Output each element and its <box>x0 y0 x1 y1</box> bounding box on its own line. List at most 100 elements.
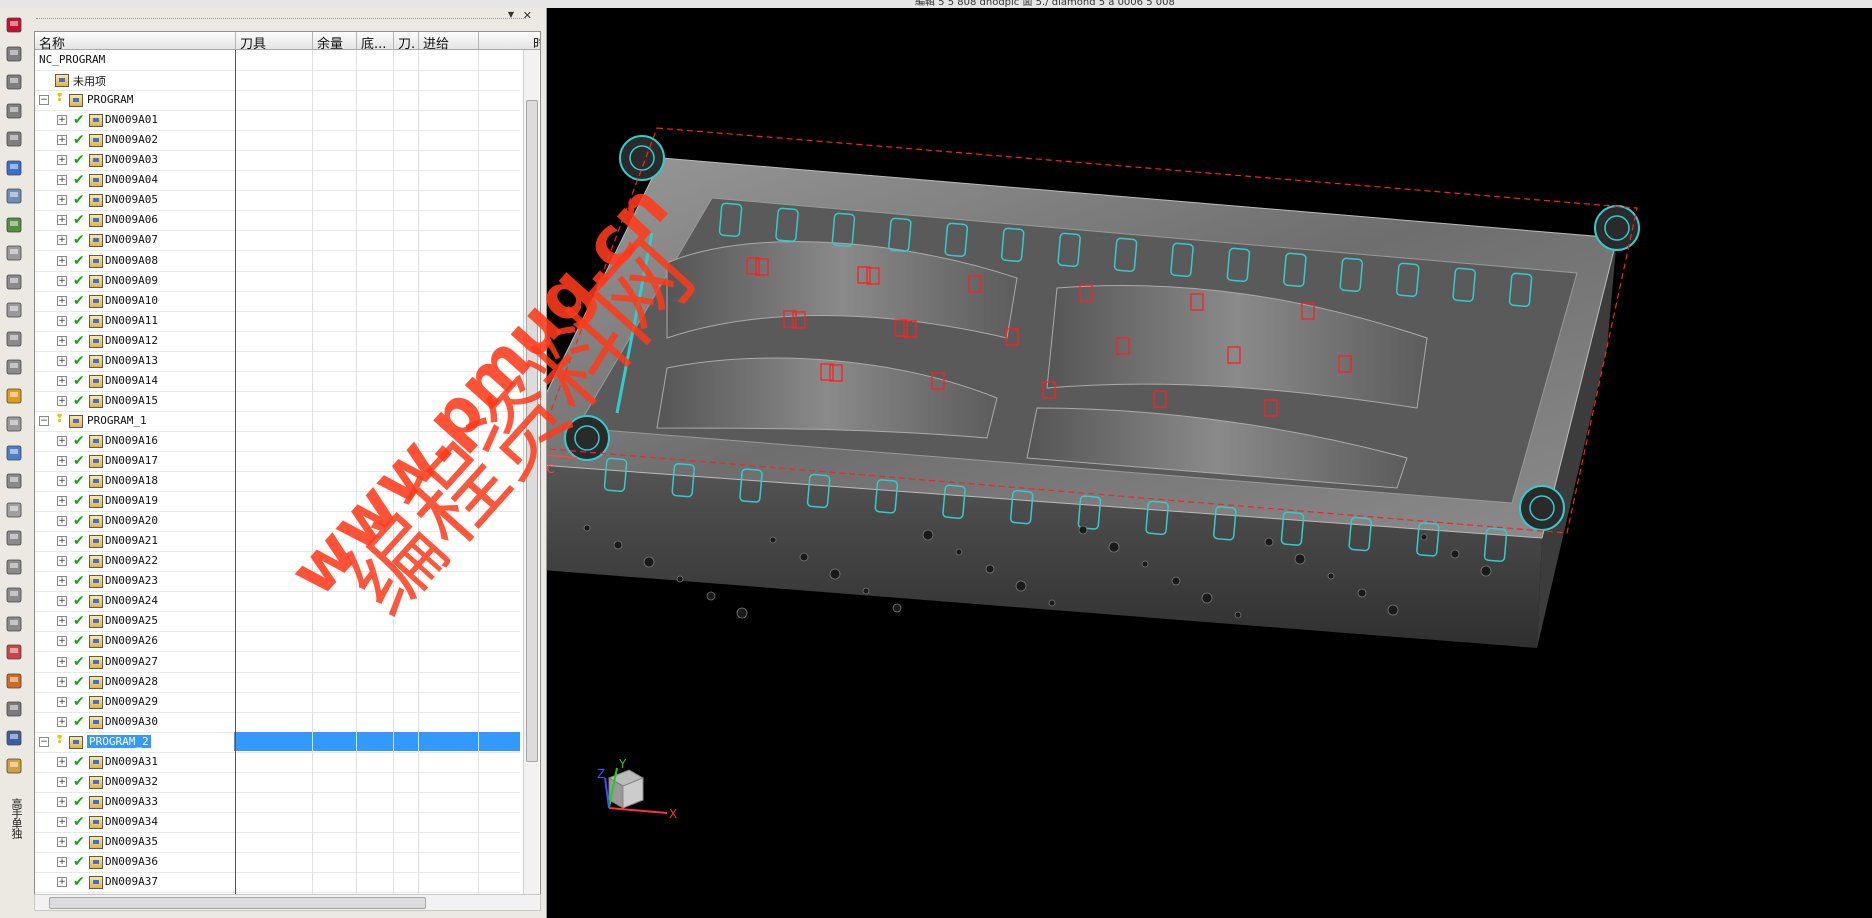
column-divider[interactable] <box>478 32 479 49</box>
expand-toggle-icon[interactable]: + <box>57 836 67 847</box>
expand-toggle-icon[interactable]: + <box>57 716 67 727</box>
expand-toggle-icon[interactable]: + <box>57 616 67 627</box>
expand-toggle-icon[interactable]: + <box>57 636 67 647</box>
create-tool-icon[interactable] <box>3 43 25 65</box>
operation-row[interactable]: + ✔ DN009A16 <box>35 431 520 452</box>
collapse-toggle-icon[interactable]: − <box>39 415 49 426</box>
operation-row[interactable]: + ✔ DN009A14 <box>35 371 520 392</box>
operation-row[interactable]: + ✔ DN009A09 <box>35 271 520 292</box>
create-program-icon[interactable] <box>3 14 25 36</box>
replay-toolpath-icon[interactable] <box>3 299 25 321</box>
expand-toggle-icon[interactable]: + <box>57 656 67 667</box>
operation-row[interactable]: + ✔ DN009A06 <box>35 210 520 232</box>
program-group-row[interactable]: − ❢ PROGRAM_1 <box>35 411 520 432</box>
verify-toolpath-icon[interactable] <box>3 328 25 350</box>
scroll-thumb[interactable] <box>526 100 538 762</box>
expand-toggle-icon[interactable]: + <box>57 516 67 527</box>
drag-handle[interactable] <box>36 18 526 19</box>
close-icon[interactable]: ✕ <box>523 9 532 22</box>
object-icon[interactable] <box>3 613 25 635</box>
shop-doc-icon[interactable] <box>3 413 25 435</box>
expand-toggle-icon[interactable]: + <box>57 796 67 807</box>
expand-toggle-icon[interactable]: + <box>57 435 67 446</box>
operation-row[interactable]: + ✔ DN009A03 <box>35 150 520 172</box>
feeds-speeds-icon[interactable] <box>3 442 25 464</box>
operation-row[interactable]: + ✔ DN009A21 <box>35 531 520 553</box>
expand-toggle-icon[interactable]: + <box>57 877 67 888</box>
expand-toggle-icon[interactable]: + <box>57 556 67 567</box>
simulate-machine-icon[interactable] <box>3 356 25 378</box>
expand-toggle-icon[interactable]: + <box>57 676 67 687</box>
operation-row[interactable]: + ✔ DN009A18 <box>35 471 520 493</box>
operation-row[interactable]: + ✔ DN009A15 <box>35 391 520 412</box>
operation-row[interactable]: + ✔ DN009A29 <box>35 692 520 713</box>
column-divider[interactable] <box>356 32 357 49</box>
method-view-icon[interactable] <box>3 242 25 264</box>
expand-toggle-icon[interactable]: + <box>57 576 67 587</box>
operation-row[interactable]: + ✔ DN009A23 <box>35 571 520 593</box>
vertical-scrollbar[interactable] <box>523 50 539 894</box>
operation-row[interactable]: + ✔ DN009A24 <box>35 591 520 613</box>
graphics-viewport[interactable]: YMZMZCXCXYZ <box>547 8 1872 918</box>
operation-row[interactable]: + ✔ DN009A35 <box>35 832 520 853</box>
display-icon[interactable] <box>3 698 25 720</box>
expand-toggle-icon[interactable]: + <box>57 295 67 306</box>
column-divider[interactable] <box>393 32 394 49</box>
operation-row[interactable]: + ✔ DN009A34 <box>35 812 520 833</box>
operation-row[interactable]: + ✔ DN009A11 <box>35 311 520 332</box>
collapse-toggle-icon[interactable]: − <box>39 736 49 747</box>
expand-toggle-icon[interactable]: + <box>57 816 67 827</box>
expand-toggle-icon[interactable]: + <box>57 175 67 186</box>
expand-toggle-icon[interactable]: + <box>57 235 67 246</box>
operation-row[interactable]: + ✔ DN009A01 <box>35 110 520 132</box>
expand-toggle-icon[interactable]: + <box>57 135 67 146</box>
expand-toggle-icon[interactable]: + <box>57 355 67 366</box>
operation-row[interactable]: + ✔ DN009A28 <box>35 672 520 693</box>
expand-toggle-icon[interactable]: + <box>57 275 67 286</box>
operation-row[interactable]: + ✔ DN009A20 <box>35 511 520 533</box>
expand-toggle-icon[interactable]: + <box>57 215 67 226</box>
expand-toggle-icon[interactable]: + <box>57 315 67 326</box>
expand-toggle-icon[interactable]: + <box>57 596 67 607</box>
expand-toggle-icon[interactable]: + <box>57 255 67 266</box>
operation-row[interactable]: + ✔ DN009A04 <box>35 170 520 192</box>
operation-row[interactable]: + ✔ DN009A26 <box>35 631 520 653</box>
horizontal-scrollbar[interactable] <box>34 894 541 911</box>
operation-row[interactable]: + ✔ DN009A08 <box>35 251 520 272</box>
expand-toggle-icon[interactable]: + <box>57 155 67 166</box>
operation-row[interactable]: + ✔ DN009A33 <box>35 792 520 813</box>
create-method-icon[interactable] <box>3 100 25 122</box>
expand-toggle-icon[interactable]: + <box>57 696 67 707</box>
operation-row[interactable]: + ✔ DN009A12 <box>35 331 520 352</box>
cut-region-icon[interactable] <box>3 470 25 492</box>
menu-arrow-icon[interactable]: ▼ <box>508 10 514 19</box>
hscroll-thumb[interactable] <box>49 897 426 909</box>
expand-toggle-icon[interactable]: + <box>57 756 67 767</box>
program-group-row[interactable]: − ❢ PROGRAM_2 <box>35 731 520 753</box>
mirror-icon[interactable] <box>3 556 25 578</box>
expand-toggle-icon[interactable]: + <box>57 857 67 867</box>
expand-toggle-icon[interactable]: + <box>57 496 67 507</box>
operation-row[interactable]: + ✔ DN009A17 <box>35 451 520 472</box>
operation-row[interactable]: + ✔ DN009A37 <box>35 872 520 894</box>
collapse-toggle-icon[interactable]: − <box>39 95 49 106</box>
operation-row[interactable]: + ✔ DN009A05 <box>35 190 520 212</box>
operation-row[interactable]: + ✔ DN009A10 <box>35 291 520 312</box>
operation-row[interactable]: + ✔ DN009A31 <box>35 752 520 773</box>
operation-row[interactable]: + ✔ DN009A19 <box>35 491 520 513</box>
measure-icon[interactable] <box>3 727 25 749</box>
program-order-view-icon[interactable] <box>3 157 25 179</box>
transform-icon[interactable] <box>3 584 25 606</box>
operation-row[interactable]: + ✔ DN009A32 <box>35 772 520 793</box>
operation-row[interactable]: + ✔ DN009A27 <box>35 652 520 673</box>
create-geometry-icon[interactable] <box>3 71 25 93</box>
operation-row[interactable]: + ✔ DN009A25 <box>35 611 520 633</box>
tree-row[interactable]: NC_PROGRAM <box>35 50 520 71</box>
operation-row[interactable]: + ✔ DN009A30 <box>35 712 520 733</box>
delete-icon[interactable] <box>3 641 25 663</box>
expand-toggle-icon[interactable]: + <box>57 395 67 406</box>
machine-tool-view-icon[interactable] <box>3 185 25 207</box>
operation-row[interactable]: + ✔ DN009A02 <box>35 130 520 152</box>
expand-toggle-icon[interactable]: + <box>57 335 67 346</box>
expand-toggle-icon[interactable]: + <box>57 375 67 386</box>
